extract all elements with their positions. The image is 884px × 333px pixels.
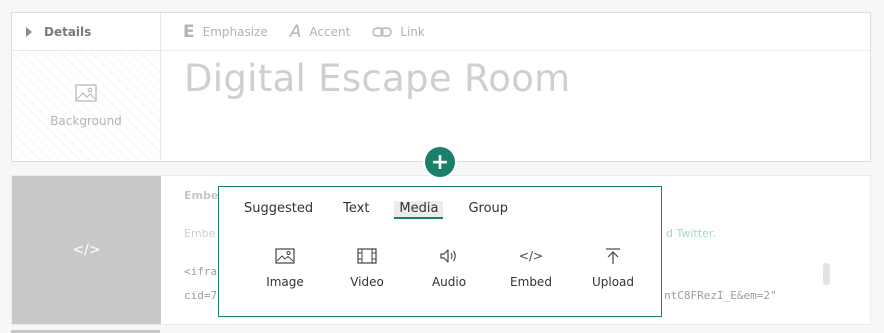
image-icon [75, 84, 97, 102]
audio-icon [440, 249, 456, 263]
tab-text[interactable]: Text [343, 201, 369, 219]
embed-description: Embe [184, 227, 216, 240]
audio-option-label: Audio [431, 275, 467, 289]
embed-code-line[interactable]: cid=7 [184, 289, 217, 302]
plus-icon: + [430, 149, 450, 175]
image-option[interactable]: Image [244, 245, 326, 289]
caret-right-icon [26, 26, 32, 37]
embed-icon: </> [518, 249, 544, 263]
video-icon [357, 248, 377, 264]
embed-link[interactable]: d Twitter. [666, 227, 716, 240]
upload-option[interactable]: Upload [572, 245, 654, 289]
image-option-label: Image [266, 275, 304, 289]
tab-suggested[interactable]: Suggested [244, 201, 313, 219]
format-toolbar: E Emphasize A Accent Link [161, 13, 870, 51]
emphasize-icon: E [183, 21, 195, 42]
accent-icon: A [289, 21, 302, 42]
upload-icon [606, 248, 620, 264]
scrollbar[interactable] [823, 263, 830, 285]
link-icon [372, 26, 392, 37]
header-card: Details Background E Emphasize A Accent … [11, 12, 871, 162]
emphasize-label: Emphasize [202, 24, 268, 39]
embed-option[interactable]: </> Embed [490, 245, 572, 289]
details-toggle[interactable]: Details [12, 13, 160, 51]
upload-option-label: Upload [591, 275, 635, 289]
accent-label: Accent [309, 24, 351, 39]
insert-tabs: Suggested Text Media Group [244, 201, 538, 219]
emphasize-button[interactable]: E Emphasize [183, 22, 268, 42]
media-items: Image Video Audio </> Embed Upload [244, 245, 654, 289]
background-label: Background [50, 114, 122, 128]
background-panel: Details Background [12, 13, 161, 161]
embed-code-line[interactable]: <ifra [184, 265, 217, 278]
video-option-label: Video [350, 275, 384, 289]
embed-code-line[interactable]: ntC8FRezI_E&em=2" [664, 289, 777, 302]
embed-code-icon: </> [12, 176, 161, 324]
tab-group[interactable]: Group [468, 201, 508, 219]
embed-option-label: Embed [510, 275, 552, 289]
image-icon [275, 248, 295, 264]
audio-option[interactable]: Audio [408, 245, 490, 289]
embed-title: Embe [184, 189, 219, 202]
background-picker[interactable]: Background [12, 51, 160, 161]
page-title[interactable]: Digital Escape Room [184, 57, 571, 100]
add-section-button[interactable]: + [425, 147, 455, 177]
insert-menu: Suggested Text Media Group Image Video A… [218, 186, 662, 317]
video-option[interactable]: Video [326, 245, 408, 289]
details-label: Details [44, 24, 92, 39]
tab-media[interactable]: Media [394, 201, 444, 219]
link-label: Link [400, 24, 425, 39]
link-button[interactable]: Link [372, 25, 425, 39]
accent-button[interactable]: A Accent [290, 22, 351, 42]
